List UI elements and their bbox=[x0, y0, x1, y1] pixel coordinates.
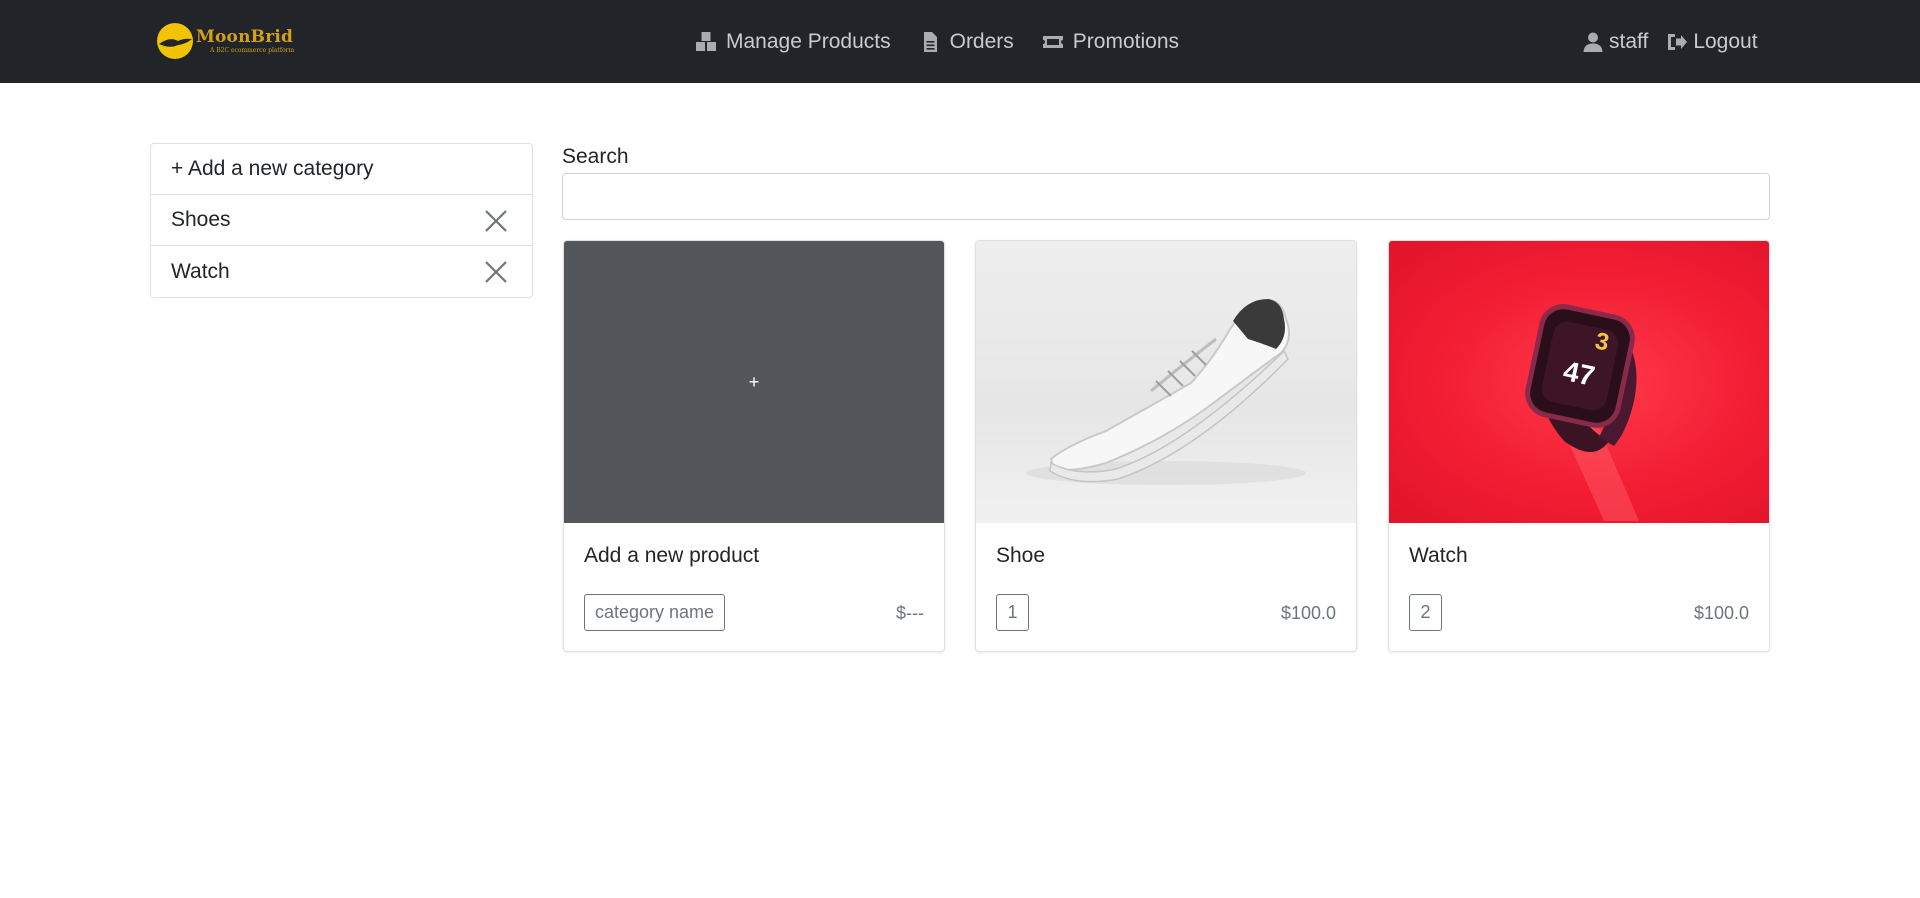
category-id-tag[interactable]: 2 bbox=[1409, 594, 1442, 631]
main-nav: Manage Products Orders Promotions bbox=[695, 0, 1207, 83]
nav-promotions[interactable]: Promotions bbox=[1042, 30, 1179, 54]
close-icon[interactable] bbox=[483, 259, 509, 285]
nav-manage-products[interactable]: Manage Products bbox=[695, 30, 891, 54]
product-price: $--- bbox=[896, 603, 924, 623]
category-item[interactable]: Watch bbox=[151, 246, 532, 297]
nav-logout-label: Logout bbox=[1693, 29, 1758, 53]
brand-name: MoonBrid bbox=[196, 26, 294, 47]
top-navbar: MoonBrid A B2C ecommerce platform Manage… bbox=[0, 0, 1920, 83]
category-id-tag[interactable]: 1 bbox=[996, 594, 1029, 631]
product-title: Shoe bbox=[996, 544, 1046, 567]
product-title: Add a new product bbox=[584, 544, 760, 567]
nav-manage-products-label: Manage Products bbox=[726, 29, 891, 53]
category-label: Shoes bbox=[171, 208, 231, 231]
ticket-icon bbox=[1042, 31, 1064, 53]
moon-bird-logo-icon bbox=[157, 23, 193, 59]
add-category-button[interactable]: + Add a new category bbox=[151, 144, 532, 195]
category-item[interactable]: Shoes bbox=[151, 195, 532, 246]
nav-orders[interactable]: Orders bbox=[919, 30, 1014, 54]
category-name-tag[interactable]: category name bbox=[584, 594, 726, 631]
nav-promotions-label: Promotions bbox=[1072, 29, 1180, 53]
sneaker-image bbox=[1026, 299, 1306, 485]
smartwatch-image: 3 47 bbox=[1525, 304, 1639, 521]
svg-text:47: 47 bbox=[1561, 355, 1598, 392]
close-icon[interactable] bbox=[483, 208, 509, 234]
file-icon bbox=[919, 31, 941, 53]
category-sidebar: + Add a new category Shoes Watch bbox=[150, 143, 533, 298]
search-input[interactable] bbox=[562, 173, 1770, 220]
product-title: Watch bbox=[1409, 544, 1468, 567]
user-nav: staff Logout bbox=[1582, 0, 1776, 83]
product-price: $100.0 bbox=[1693, 603, 1749, 623]
category-label: Watch bbox=[171, 259, 230, 283]
nav-orders-label: Orders bbox=[949, 29, 1014, 53]
nav-user-label: staff bbox=[1609, 29, 1649, 53]
brand-logo[interactable]: MoonBrid A B2C ecommerce platform bbox=[156, 20, 294, 62]
boxes-icon bbox=[695, 31, 717, 53]
product-card[interactable]: Shoe 1 $100.0 bbox=[975, 240, 1357, 652]
product-price: $100.0 bbox=[1280, 603, 1336, 623]
sign-out-icon bbox=[1666, 31, 1688, 53]
plus-icon: + bbox=[748, 371, 760, 392]
add-product-image[interactable]: + bbox=[564, 241, 944, 523]
search-label: Search bbox=[562, 145, 629, 168]
nav-logout[interactable]: Logout bbox=[1666, 29, 1758, 54]
product-image[interactable]: 3 47 bbox=[1389, 241, 1769, 523]
brand-tagline: A B2C ecommerce platform bbox=[210, 46, 295, 54]
nav-user[interactable]: staff bbox=[1582, 30, 1648, 54]
user-icon bbox=[1582, 31, 1604, 53]
product-image[interactable] bbox=[976, 241, 1356, 523]
add-product-card[interactable]: + Add a new product category name $--- bbox=[563, 240, 945, 652]
product-card[interactable]: 3 47 Watch 2 $100.0 bbox=[1388, 240, 1770, 652]
